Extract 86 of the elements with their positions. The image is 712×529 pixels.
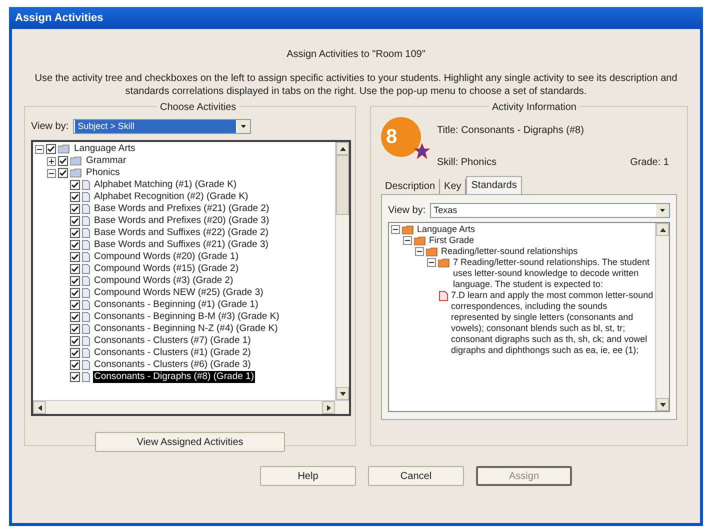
checkbox[interactable] <box>70 240 80 250</box>
checkbox[interactable] <box>70 216 80 226</box>
tree-item[interactable]: Base Words and Suffixes (#21) (Grade 3) <box>93 239 270 251</box>
tree-item[interactable]: Language Arts <box>73 143 136 155</box>
tree-item[interactable]: Compound Words (#3) (Grade 2) <box>93 275 234 287</box>
checkbox[interactable] <box>70 312 80 322</box>
minus-box-icon[interactable] <box>427 258 436 267</box>
tree-item[interactable]: Consonants - Digraphs (#8) (Grade 1) <box>93 371 255 383</box>
tree-item[interactable]: Consonants - Clusters (#6) (Grade 3) <box>93 359 252 371</box>
tree-item[interactable]: Grammar <box>85 155 128 167</box>
standard-item[interactable]: 7 Reading/letter-sound relationships. The student uses letter-sound knowledge to decode written language. The student is expected to: <box>453 257 655 290</box>
view-by-dropdown[interactable]: Texas <box>430 203 670 218</box>
checkbox[interactable] <box>70 336 80 346</box>
checkbox[interactable] <box>70 288 80 298</box>
arrow-up-icon[interactable] <box>340 146 346 150</box>
checkbox[interactable] <box>58 168 68 178</box>
skill-label: Skill: Phonics <box>437 156 496 170</box>
view-by-label: View by: <box>31 120 69 134</box>
group-title: Activity Information <box>489 100 580 115</box>
checkbox[interactable] <box>70 204 80 214</box>
checkbox[interactable] <box>70 324 80 334</box>
checkbox[interactable] <box>70 252 80 262</box>
standard-item[interactable]: Language Arts <box>417 224 476 235</box>
minus-box-icon[interactable] <box>47 168 56 178</box>
view-assigned-button[interactable]: View Assigned Activities <box>95 432 285 452</box>
document-icon <box>439 291 448 301</box>
tree-item[interactable]: Consonants - Beginning (#1) (Grade 1) <box>93 299 260 311</box>
view-by-label: View by: <box>388 204 426 218</box>
tree-item[interactable]: Consonants - Beginning B-M (#3) (Grade K) <box>93 311 280 323</box>
tree-item[interactable]: Compound Words (#15) (Grade 2) <box>93 263 240 275</box>
vertical-scrollbar[interactable] <box>335 142 349 400</box>
folder-icon <box>414 236 426 246</box>
scroll-thumb[interactable] <box>336 155 349 215</box>
arrow-down-icon[interactable] <box>660 402 666 406</box>
arrow-left-icon[interactable] <box>38 404 42 410</box>
folder-icon <box>402 225 414 235</box>
checkbox[interactable] <box>70 372 80 382</box>
folder-icon <box>70 156 82 166</box>
checkbox[interactable] <box>70 180 80 190</box>
dialog-button[interactable]: Cancel <box>368 466 464 486</box>
standard-item[interactable]: 7.D learn and apply the most common letter-sound correspondences, including the sounds represented by single letters (consonants and vowels); consonant blends such as bl, st, tr; consonant digraphs such as th, sh, ck; and vowel digraphs and diphthongs such as ea, ie, ee (1); <box>451 290 655 356</box>
horizontal-scrollbar[interactable] <box>33 400 349 414</box>
tree-item[interactable]: Compound Words (#20) (Grade 1) <box>93 251 240 263</box>
tree-item[interactable]: Base Words and Prefixes (#20) (Grade 3) <box>93 215 270 227</box>
standard-item[interactable]: First Grade <box>429 235 474 246</box>
arrow-up-icon[interactable] <box>660 228 666 232</box>
folder-icon <box>438 258 450 268</box>
checkbox[interactable] <box>70 228 80 238</box>
dialog-button[interactable]: Help <box>260 466 356 486</box>
grade-label: Grade: 1 <box>630 156 669 170</box>
tree-item[interactable]: Consonants - Clusters (#7) (Grade 1) <box>93 335 252 347</box>
tree-item[interactable]: Base Words and Prefixes (#21) (Grade 2) <box>93 203 270 215</box>
checkbox[interactable] <box>70 348 80 358</box>
view-by-dropdown[interactable]: Subject > Skill <box>72 119 251 134</box>
dialog-heading: Assign Activities to "Room 109" <box>286 48 426 62</box>
tree-item[interactable]: Alphabet Matching (#1) (Grade K) <box>93 179 238 191</box>
minus-box-icon[interactable] <box>35 144 44 154</box>
minus-box-icon[interactable] <box>391 225 400 234</box>
instructions-text: Use the activity tree and checkboxes on the left to assign specific activities to your students. Highlight any single activity to see its description and standards correlations displayed in tabs on the right. Use the pop-up menu to choose a set of standards. <box>34 72 678 98</box>
tree-item[interactable]: Alphabet Recognition (#2) (Grade K) <box>93 191 250 203</box>
checkbox[interactable] <box>70 192 80 202</box>
tree-item[interactable]: Base Words and Suffixes (#22) (Grade 2) <box>93 227 270 239</box>
activity-title: Title: Consonants - Digraphs (#8) <box>437 124 585 138</box>
folder-icon <box>426 247 438 257</box>
folder-icon <box>58 144 70 154</box>
arrow-right-icon[interactable] <box>326 404 330 410</box>
minus-box-icon[interactable] <box>403 236 412 245</box>
tree-item[interactable]: Consonants - Beginning N-Z (#4) (Grade K) <box>93 323 279 335</box>
vertical-scrollbar[interactable] <box>655 223 669 411</box>
folder-icon <box>70 168 82 178</box>
checkbox[interactable] <box>70 264 80 274</box>
tab[interactable]: Standards <box>466 176 522 194</box>
checkbox[interactable] <box>70 300 80 310</box>
plus-box-icon[interactable] <box>47 156 56 166</box>
arrow-down-icon[interactable] <box>340 392 346 396</box>
window-title: Assign Activities <box>15 10 104 26</box>
minus-box-icon[interactable] <box>415 247 424 256</box>
checkbox[interactable] <box>58 156 68 166</box>
standard-item[interactable]: Reading/letter-sound relationships <box>441 246 578 257</box>
checkbox[interactable] <box>46 144 56 154</box>
tree-item[interactable]: Phonics <box>85 167 121 179</box>
tree-item[interactable]: Consonants - Clusters (#1) (Grade 2) <box>93 347 252 359</box>
checkbox[interactable] <box>70 360 80 370</box>
tree-item[interactable]: Compound Words NEW (#25) (Grade 3) <box>93 287 264 299</box>
star-icon <box>414 143 430 159</box>
checkbox[interactable] <box>70 276 80 286</box>
